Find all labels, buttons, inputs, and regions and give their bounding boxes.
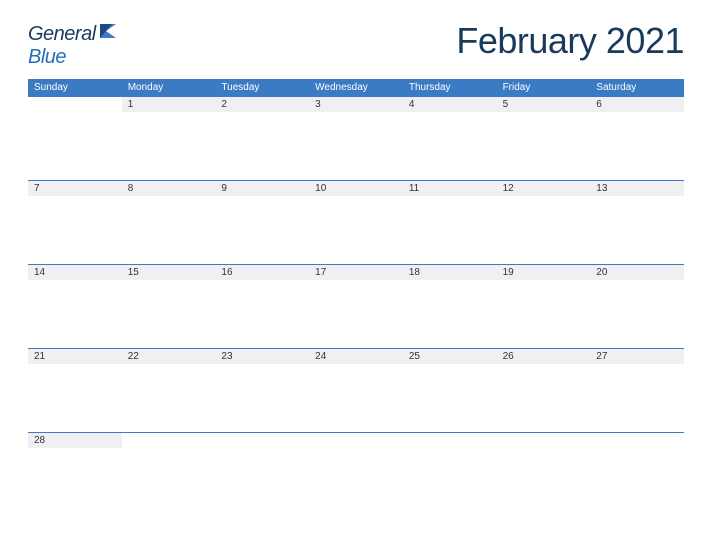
weekday-header: Sunday — [28, 79, 122, 96]
day-number: 12 — [497, 181, 591, 196]
day-cell — [215, 432, 309, 516]
day-number: 28 — [28, 433, 122, 448]
day-cell: 24 — [309, 348, 403, 432]
day-number: 9 — [215, 181, 309, 196]
day-cell: 10 — [309, 180, 403, 264]
day-number: 23 — [215, 349, 309, 364]
day-cell: 26 — [497, 348, 591, 432]
day-cell: 28 — [28, 432, 122, 516]
day-cell: 9 — [215, 180, 309, 264]
week-row: 7 8 9 10 11 12 13 — [28, 180, 684, 264]
day-number: 18 — [403, 265, 497, 280]
day-number — [497, 433, 591, 448]
weekday-header: Friday — [497, 79, 591, 96]
weekday-header: Tuesday — [215, 79, 309, 96]
calendar-grid: Sunday Monday Tuesday Wednesday Thursday… — [28, 79, 684, 516]
brand-text-general: General — [28, 23, 96, 45]
day-number: 21 — [28, 349, 122, 364]
day-cell: 25 — [403, 348, 497, 432]
day-number: 11 — [403, 181, 497, 196]
day-cell: 2 — [215, 96, 309, 180]
day-cell: 5 — [497, 96, 591, 180]
day-number: 2 — [215, 97, 309, 112]
day-number — [28, 97, 122, 112]
day-cell: 18 — [403, 264, 497, 348]
day-cell: 15 — [122, 264, 216, 348]
week-row: 1 2 3 4 5 6 — [28, 96, 684, 180]
day-number: 13 — [590, 181, 684, 196]
day-number: 3 — [309, 97, 403, 112]
day-cell: 27 — [590, 348, 684, 432]
week-row: 21 22 23 24 25 26 27 — [28, 348, 684, 432]
day-cell: 23 — [215, 348, 309, 432]
day-cell: 12 — [497, 180, 591, 264]
day-number: 24 — [309, 349, 403, 364]
day-cell: 16 — [215, 264, 309, 348]
weekday-header-row: Sunday Monday Tuesday Wednesday Thursday… — [28, 79, 684, 96]
day-number: 20 — [590, 265, 684, 280]
day-number: 8 — [122, 181, 216, 196]
day-cell: 6 — [590, 96, 684, 180]
day-number: 10 — [309, 181, 403, 196]
day-cell — [403, 432, 497, 516]
day-number — [215, 433, 309, 448]
day-cell — [122, 432, 216, 516]
day-cell — [309, 432, 403, 516]
day-number: 1 — [122, 97, 216, 112]
day-cell — [28, 96, 122, 180]
page-title: February 2021 — [456, 20, 684, 62]
weekday-header: Saturday — [590, 79, 684, 96]
day-number: 25 — [403, 349, 497, 364]
day-number: 7 — [28, 181, 122, 196]
day-cell: 17 — [309, 264, 403, 348]
brand-logo: GeneralBlue — [28, 22, 120, 69]
day-cell: 7 — [28, 180, 122, 264]
day-number: 14 — [28, 265, 122, 280]
week-row: 14 15 16 17 18 19 20 — [28, 264, 684, 348]
day-number — [590, 433, 684, 448]
day-cell: 13 — [590, 180, 684, 264]
brand-flag-icon — [98, 23, 120, 45]
day-number — [403, 433, 497, 448]
day-number: 17 — [309, 265, 403, 280]
day-number: 19 — [497, 265, 591, 280]
day-number: 22 — [122, 349, 216, 364]
day-cell: 19 — [497, 264, 591, 348]
day-cell — [497, 432, 591, 516]
header: GeneralBlue February 2021 — [28, 20, 684, 69]
day-cell: 4 — [403, 96, 497, 180]
day-cell — [590, 432, 684, 516]
weekday-header: Wednesday — [309, 79, 403, 96]
day-number: 5 — [497, 97, 591, 112]
day-number: 16 — [215, 265, 309, 280]
day-number: 15 — [122, 265, 216, 280]
weekday-header: Thursday — [403, 79, 497, 96]
day-number: 27 — [590, 349, 684, 364]
brand-text-blue: Blue — [28, 46, 66, 68]
day-cell: 20 — [590, 264, 684, 348]
day-number: 4 — [403, 97, 497, 112]
day-number: 6 — [590, 97, 684, 112]
weekday-header: Monday — [122, 79, 216, 96]
day-number: 26 — [497, 349, 591, 364]
day-cell: 21 — [28, 348, 122, 432]
day-cell: 22 — [122, 348, 216, 432]
week-row: 28 — [28, 432, 684, 516]
day-number — [309, 433, 403, 448]
day-cell: 8 — [122, 180, 216, 264]
day-cell: 1 — [122, 96, 216, 180]
day-cell: 14 — [28, 264, 122, 348]
day-cell: 11 — [403, 180, 497, 264]
day-number — [122, 433, 216, 448]
day-cell: 3 — [309, 96, 403, 180]
